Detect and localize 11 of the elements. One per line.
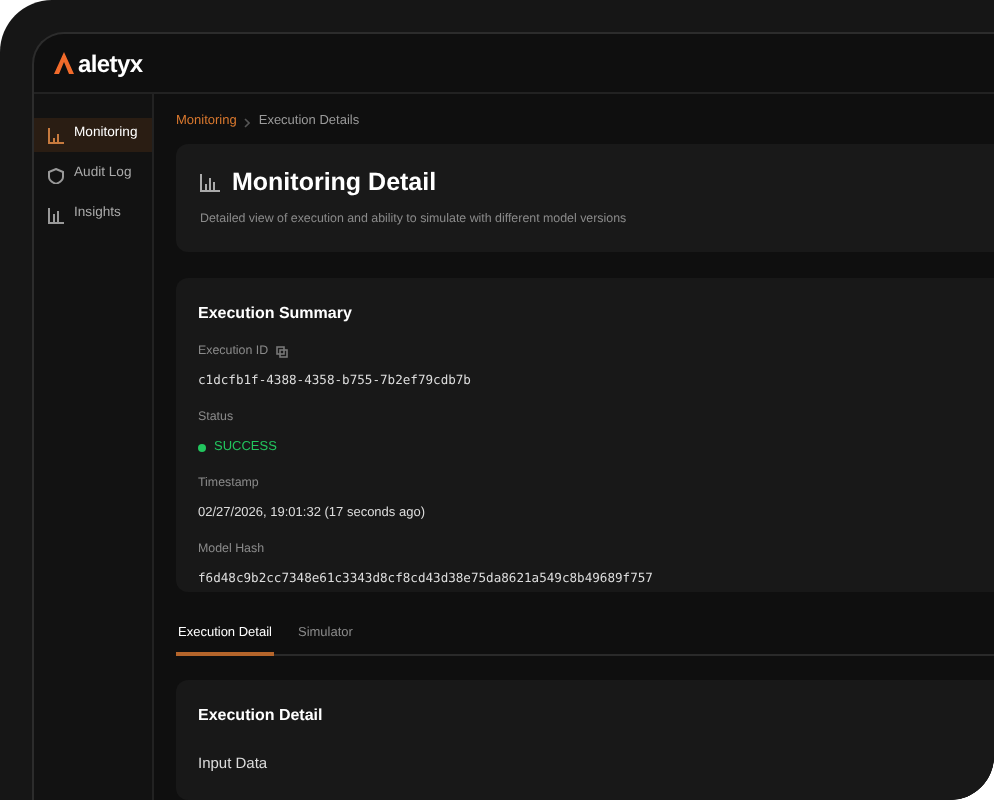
card-title: Execution Summary bbox=[198, 302, 354, 326]
chevron-icon bbox=[244, 117, 251, 127]
chart-icon bbox=[48, 127, 64, 143]
logo-icon bbox=[54, 52, 74, 74]
page-title: Monitoring Detail bbox=[232, 166, 437, 200]
shield-icon bbox=[48, 167, 64, 183]
chart-icon bbox=[200, 173, 220, 192]
card-title: Execution Detail bbox=[198, 704, 325, 728]
brand-name: aletyx bbox=[78, 47, 143, 81]
copy-icon[interactable] bbox=[276, 345, 289, 358]
bar-chart-icon bbox=[48, 207, 64, 223]
